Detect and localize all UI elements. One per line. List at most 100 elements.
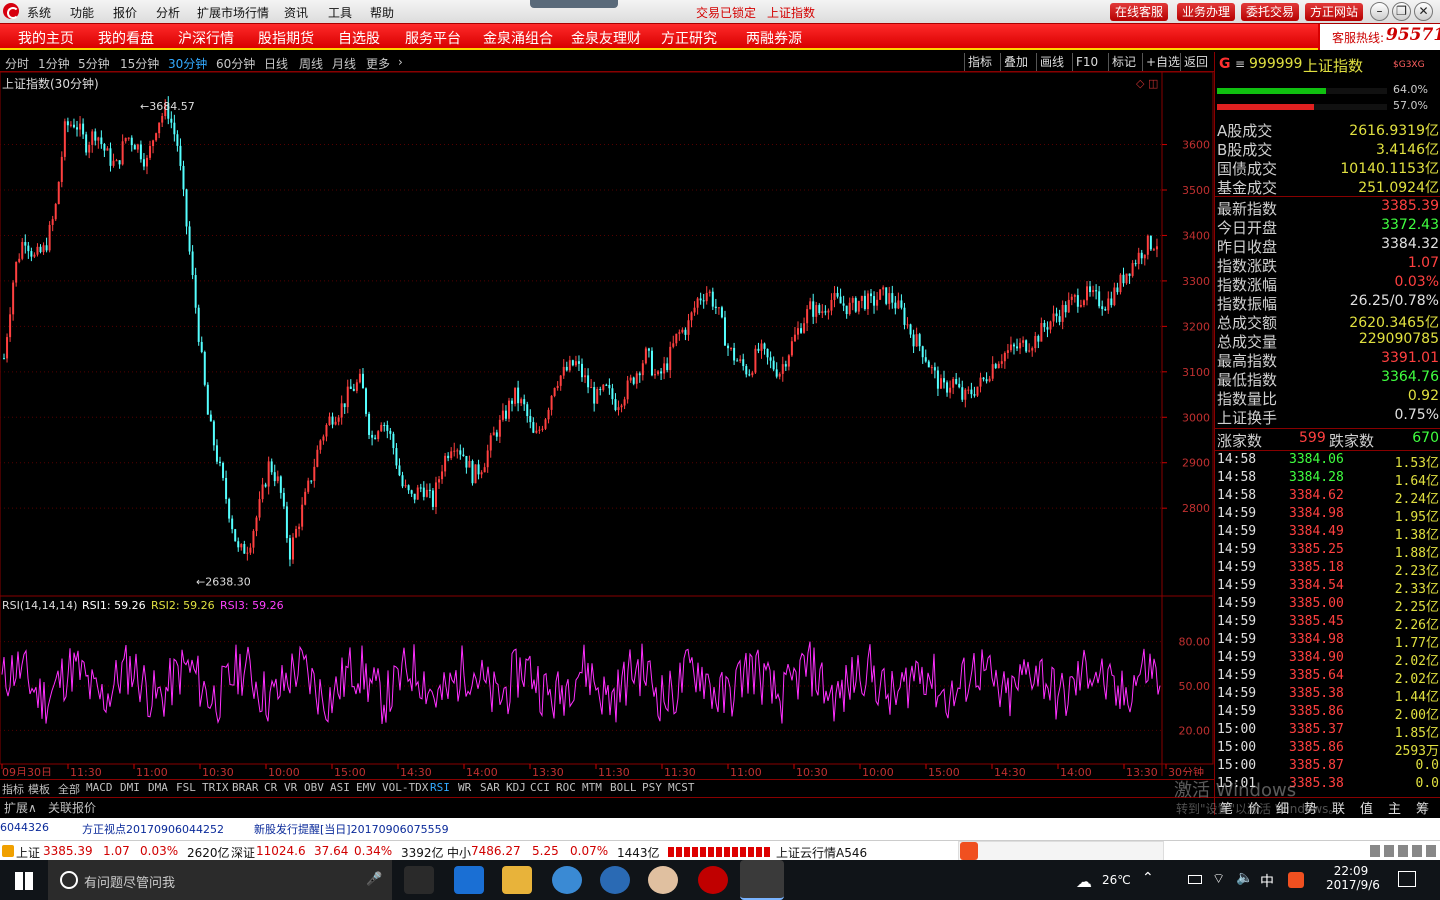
period-timeshare[interactable]: 分时 [5, 55, 29, 72]
nav-futures[interactable]: 股指期货 [258, 28, 314, 48]
edge-icon[interactable] [454, 866, 484, 894]
period-week[interactable]: 周线 [299, 55, 323, 72]
tool-f10[interactable]: F10 [1072, 53, 1101, 71]
nav-watchlist[interactable]: 自选股 [338, 28, 380, 48]
ime-toolbar-icon[interactable] [958, 841, 1164, 861]
online-service-button[interactable]: 在线客服 [1110, 3, 1169, 21]
notification-icon[interactable] [1398, 871, 1416, 887]
nav-home[interactable]: 我的主页 [18, 28, 74, 48]
menu-system[interactable]: 系统 [27, 4, 51, 21]
indicator-tab[interactable]: ASI [330, 781, 350, 794]
indicator-tab[interactable]: 指标 [2, 781, 24, 797]
period-more[interactable]: 更多 [366, 55, 390, 72]
indicator-tab[interactable]: KDJ [506, 781, 526, 794]
indicator-tab[interactable]: 模板 [28, 781, 50, 797]
panel-tab[interactable]: 值 [1360, 798, 1373, 817]
ie-icon[interactable] [552, 866, 582, 894]
indicator-tab[interactable]: WR [458, 781, 471, 794]
tool-indicator[interactable]: 指标 [964, 53, 995, 71]
indicator-tab[interactable]: MTM [582, 781, 602, 794]
volume-icon[interactable]: 🔈 [1236, 870, 1253, 886]
indicator-tab[interactable]: VR [284, 781, 297, 794]
tool-draw[interactable]: 画线 [1036, 53, 1067, 71]
tool-add-watch[interactable]: +自选 [1142, 53, 1183, 71]
menu-tools[interactable]: 工具 [328, 4, 352, 21]
nav-service[interactable]: 服务平台 [405, 28, 461, 48]
period-1min[interactable]: 1分钟 [38, 55, 70, 72]
news-item[interactable]: 方正视点20170906044252 [82, 821, 224, 837]
kline-chart[interactable]: 3600 3500 3400 3300 3200 3100 3000 2900 2800 ←368… [0, 72, 1214, 776]
website-button[interactable]: 方正网站 [1305, 3, 1364, 21]
indicator-tab[interactable]: MACD [86, 781, 113, 794]
wifi-icon[interactable]: ⌔ [1212, 870, 1225, 888]
panel-tab[interactable]: 主 [1388, 798, 1401, 817]
news-item[interactable]: 新股发行提醒[当日]20170906075559 [254, 821, 449, 837]
battery-icon[interactable] [1188, 875, 1202, 884]
period-60min[interactable]: 60分钟 [216, 55, 255, 72]
indicator-tab[interactable]: DMA [148, 781, 168, 794]
active-app-icon[interactable] [740, 860, 784, 900]
nav-market[interactable]: 沪深行情 [178, 28, 234, 48]
panel-tab[interactable]: 筹 [1416, 798, 1429, 817]
cloud-quote[interactable]: 上证云行情A546 [776, 844, 867, 861]
tray-icons[interactable] [1370, 845, 1436, 857]
indicator-tab[interactable]: MCST [668, 781, 695, 794]
period-month[interactable]: 月线 [332, 55, 356, 72]
taskbar-search[interactable]: 有问题尽管问我 🎤 [48, 860, 392, 900]
clock[interactable]: 22:09 2017/9/6 [1326, 864, 1380, 892]
indicator-tab[interactable]: CR [264, 781, 277, 794]
indicator-tab[interactable]: TRIX [202, 781, 229, 794]
period-30min[interactable]: 30分钟 [168, 55, 207, 72]
microphone-icon[interactable]: 🎤 [366, 872, 382, 887]
menu-help[interactable]: 帮助 [370, 4, 394, 21]
close-icon[interactable]: ✕ [1414, 2, 1433, 21]
tool-overlay[interactable]: 叠加 [1000, 53, 1031, 71]
indicator-tab[interactable]: SAR [480, 781, 500, 794]
indicator-tab[interactable]: DMI [120, 781, 140, 794]
news-item[interactable]: 6044326 [0, 821, 49, 834]
indicator-tab[interactable]: BOLL [610, 781, 637, 794]
nav-my-board[interactable]: 我的看盘 [98, 28, 154, 48]
menu-ext-market[interactable]: 扩展市场行情 [197, 4, 269, 21]
menu-quote[interactable]: 报价 [113, 4, 137, 21]
sogou-tray-icon[interactable] [1288, 872, 1304, 888]
period-5min[interactable]: 5分钟 [78, 55, 110, 72]
indicator-tab[interactable]: RSI [430, 781, 450, 794]
menu-icon[interactable]: ≡ [1235, 57, 1245, 71]
task-view-icon[interactable] [404, 866, 434, 894]
ime-indicator[interactable]: 中 [1260, 871, 1274, 891]
menu-analysis[interactable]: 分析 [156, 4, 180, 21]
business-button[interactable]: 业务办理 [1177, 3, 1236, 21]
menu-function[interactable]: 功能 [70, 4, 94, 21]
tool-mark[interactable]: 标记 [1108, 53, 1139, 71]
window-grip[interactable] [530, 0, 618, 8]
tool-back[interactable]: 返回 [1180, 53, 1211, 71]
indicator-tab[interactable]: VOL-TDX [382, 781, 428, 794]
kline-svg[interactable]: 3600 3500 3400 3300 3200 3100 3000 2900 2800 ←368… [0, 72, 1214, 776]
maximize-icon[interactable]: ❐ [1392, 2, 1411, 21]
period-day[interactable]: 日线 [264, 55, 288, 72]
indicator-tab[interactable]: 全部 [58, 781, 80, 797]
founder-app-icon[interactable] [698, 866, 728, 894]
nav-finance[interactable]: 金泉友理财 [571, 28, 641, 48]
indicator-tab[interactable]: ROC [556, 781, 576, 794]
minimize-icon[interactable]: – [1370, 2, 1389, 21]
chevron-up-icon[interactable]: ⌃ [1142, 870, 1154, 886]
qq-icon[interactable] [648, 866, 678, 894]
related-quote-button[interactable]: 关联报价 [48, 799, 96, 816]
app-icon[interactable] [600, 866, 630, 894]
file-explorer-icon[interactable] [502, 866, 532, 894]
indicator-tab[interactable]: OBV [304, 781, 324, 794]
indicator-tab[interactable]: PSY [642, 781, 662, 794]
period-15min[interactable]: 15分钟 [120, 55, 159, 72]
windows-start-icon[interactable] [15, 872, 33, 890]
expand-button[interactable]: 扩展∧ [4, 799, 37, 816]
indicator-tab[interactable]: EMV [356, 781, 376, 794]
chevron-right-icon[interactable]: › [398, 55, 403, 69]
indicator-tab[interactable]: FSL [176, 781, 196, 794]
indicator-tab[interactable]: CCI [530, 781, 550, 794]
trade-button[interactable]: 委托交易 [1241, 3, 1300, 21]
nav-research[interactable]: 方正研究 [661, 28, 717, 48]
menu-news[interactable]: 资讯 [284, 4, 308, 21]
indicator-tab[interactable]: BRAR [232, 781, 259, 794]
